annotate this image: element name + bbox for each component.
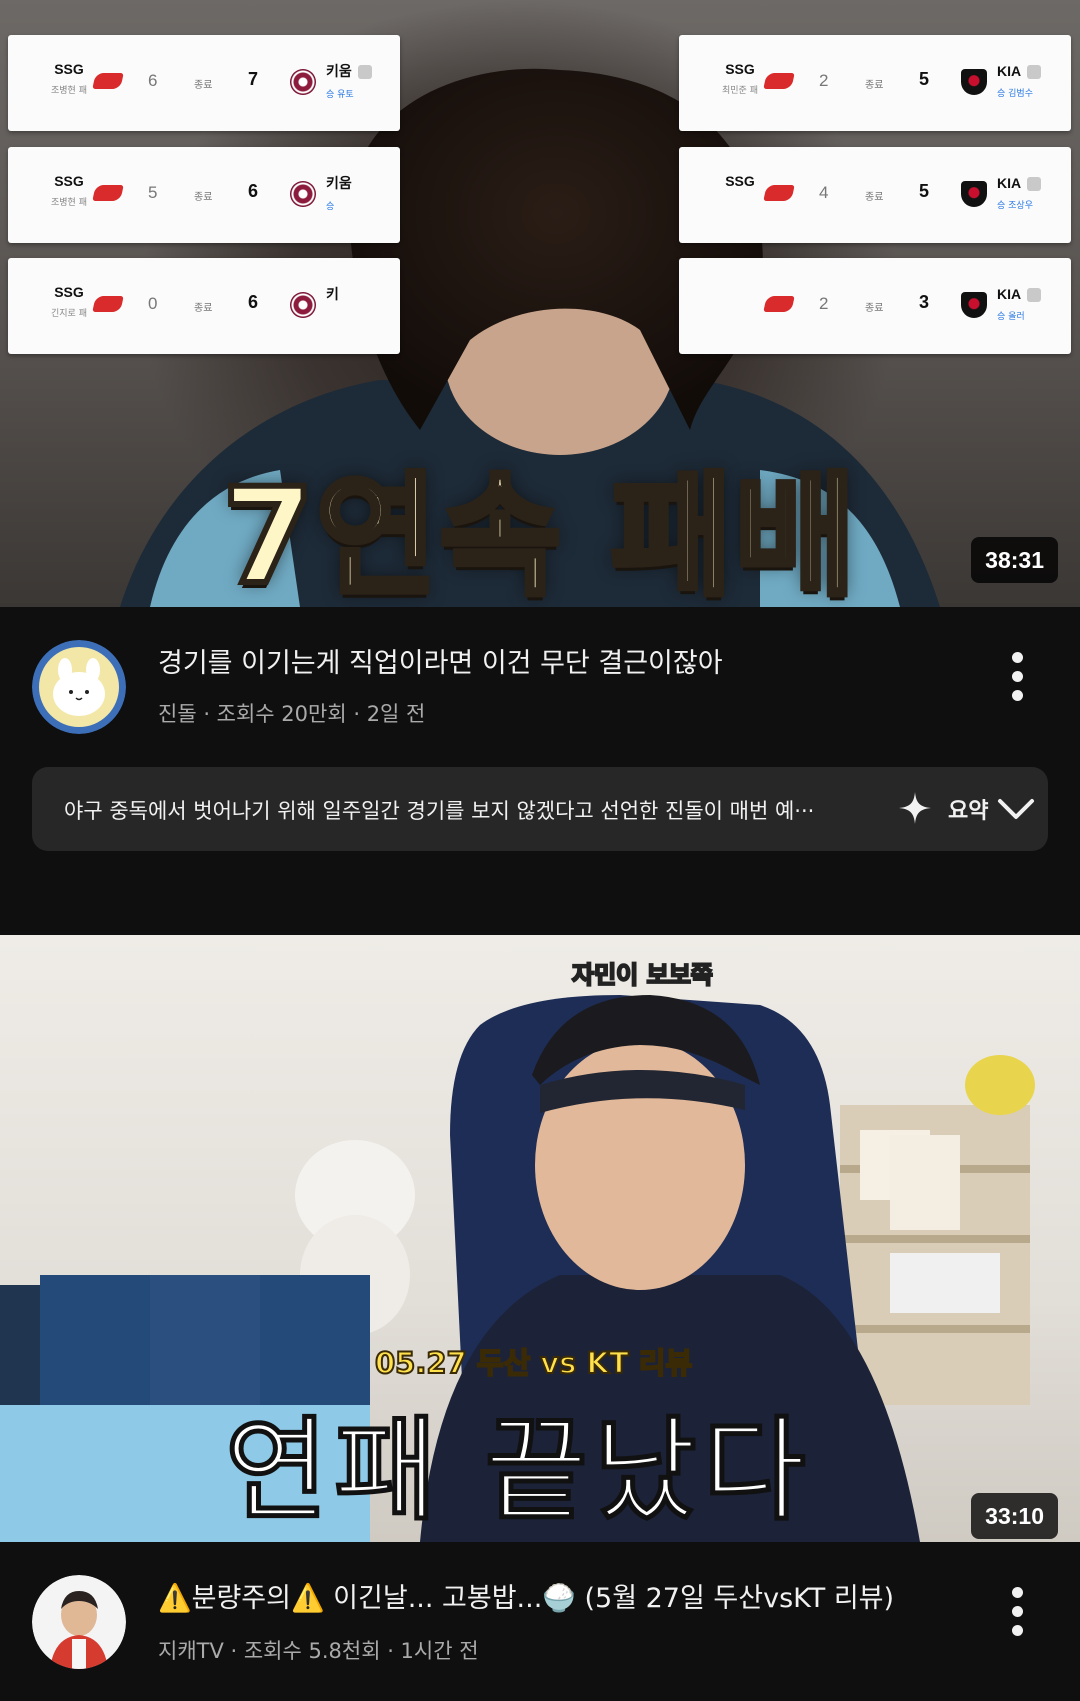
tigers-logo-icon [961, 292, 987, 318]
scoreboard-card: SSG 조병현 패 6 종료 7 키움 승 유토 [8, 35, 400, 131]
video-2-meta: ⚠️분량주의⚠️ 이긴날... 고봉밥...🍚 (5월 27일 두산vsKT 리… [0, 1555, 1080, 1675]
person-avatar-icon [32, 1575, 126, 1669]
landers-logo-icon [92, 296, 124, 312]
channel-avatar[interactable] [32, 1575, 126, 1669]
landers-logo-icon [763, 73, 795, 89]
video-title[interactable]: 경기를 이기는게 직업이라면 이건 무단 결근이잖아 [158, 646, 960, 682]
more-options-icon[interactable] [1006, 652, 1030, 702]
summary-text: 야구 중독에서 벗어나기 위해 일주일간 경기를 보지 않겠다고 선언한 진돌이… [64, 799, 815, 823]
scoreboard-card: SSG 최민준 패 2 종료 5 KIA 승 김범수 [679, 35, 1071, 131]
thumbnail-overlay-text: 연패 끝났다 [223, 1404, 812, 1539]
channel-avatar[interactable] [32, 640, 126, 734]
thumbnail-overlay-text: 7연속 패배 [219, 457, 859, 607]
scoreboard-card: SSG 4 종료 5 KIA 승 조상우 [679, 147, 1071, 243]
video-feed: SSG 조병현 패 6 종료 7 키움 승 유토 SSG 조병현 패 5 종료 6 키… [0, 0, 1080, 1701]
more-options-icon[interactable] [1006, 1587, 1030, 1637]
video-duration-badge: 38:31 [971, 537, 1058, 583]
heroes-logo-icon [290, 69, 316, 95]
thumbnail-top-caption: 자민이 보보쪽 [571, 960, 714, 990]
landers-logo-icon [92, 73, 124, 89]
video-1-meta: 경기를 이기는게 직업이라면 이건 무단 결근이잖아 진돌 · 조회수 20만회… [0, 620, 1080, 740]
video-1-thumbnail[interactable]: SSG 조병현 패 6 종료 7 키움 승 유토 SSG 조병현 패 5 종료 6 키… [0, 0, 1080, 607]
sparkle-icon [899, 792, 931, 824]
landers-logo-icon [763, 296, 795, 312]
channel-meta-line[interactable]: 진돌 · 조회수 20만회 · 2일 전 [158, 698, 425, 728]
summary-label: 요약 [948, 799, 989, 824]
tigers-logo-icon [961, 181, 987, 207]
channel-meta-line[interactable]: 지캐TV · 조회수 5.8천회 · 1시간 전 [158, 1635, 479, 1665]
ai-summary-bar[interactable]: 야구 중독에서 벗어나기 위해 일주일간 경기를 보지 않겠다고 선언한 진돌이… [32, 767, 1048, 851]
video-2-thumbnail[interactable]: 자민이 보보쪽 05.27 두산 vs KT 리뷰 연패 끝났다 33:10 [0, 935, 1080, 1542]
thumbnail-sub-caption: 05.27 두산 vs KT 리뷰 [374, 1345, 693, 1381]
chevron-down-icon[interactable] [996, 789, 1036, 829]
landers-logo-icon [92, 185, 124, 201]
video-duration-badge: 33:10 [971, 1493, 1058, 1539]
bunny-avatar-icon [32, 640, 126, 734]
scoreboard-card: 2 종료 3 KIA 승 올러 [679, 258, 1071, 354]
landers-logo-icon [763, 185, 795, 201]
tigers-logo-icon [961, 69, 987, 95]
scoreboard-card: SSG 긴지로 패 0 종료 6 키 [8, 258, 400, 354]
scoreboard-card: SSG 조병현 패 5 종료 6 키움 승 [8, 147, 400, 243]
heroes-logo-icon [290, 292, 316, 318]
heroes-logo-icon [290, 181, 316, 207]
video-title[interactable]: ⚠️분량주의⚠️ 이긴날... 고봉밥...🍚 (5월 27일 두산vsKT 리… [158, 1581, 960, 1617]
